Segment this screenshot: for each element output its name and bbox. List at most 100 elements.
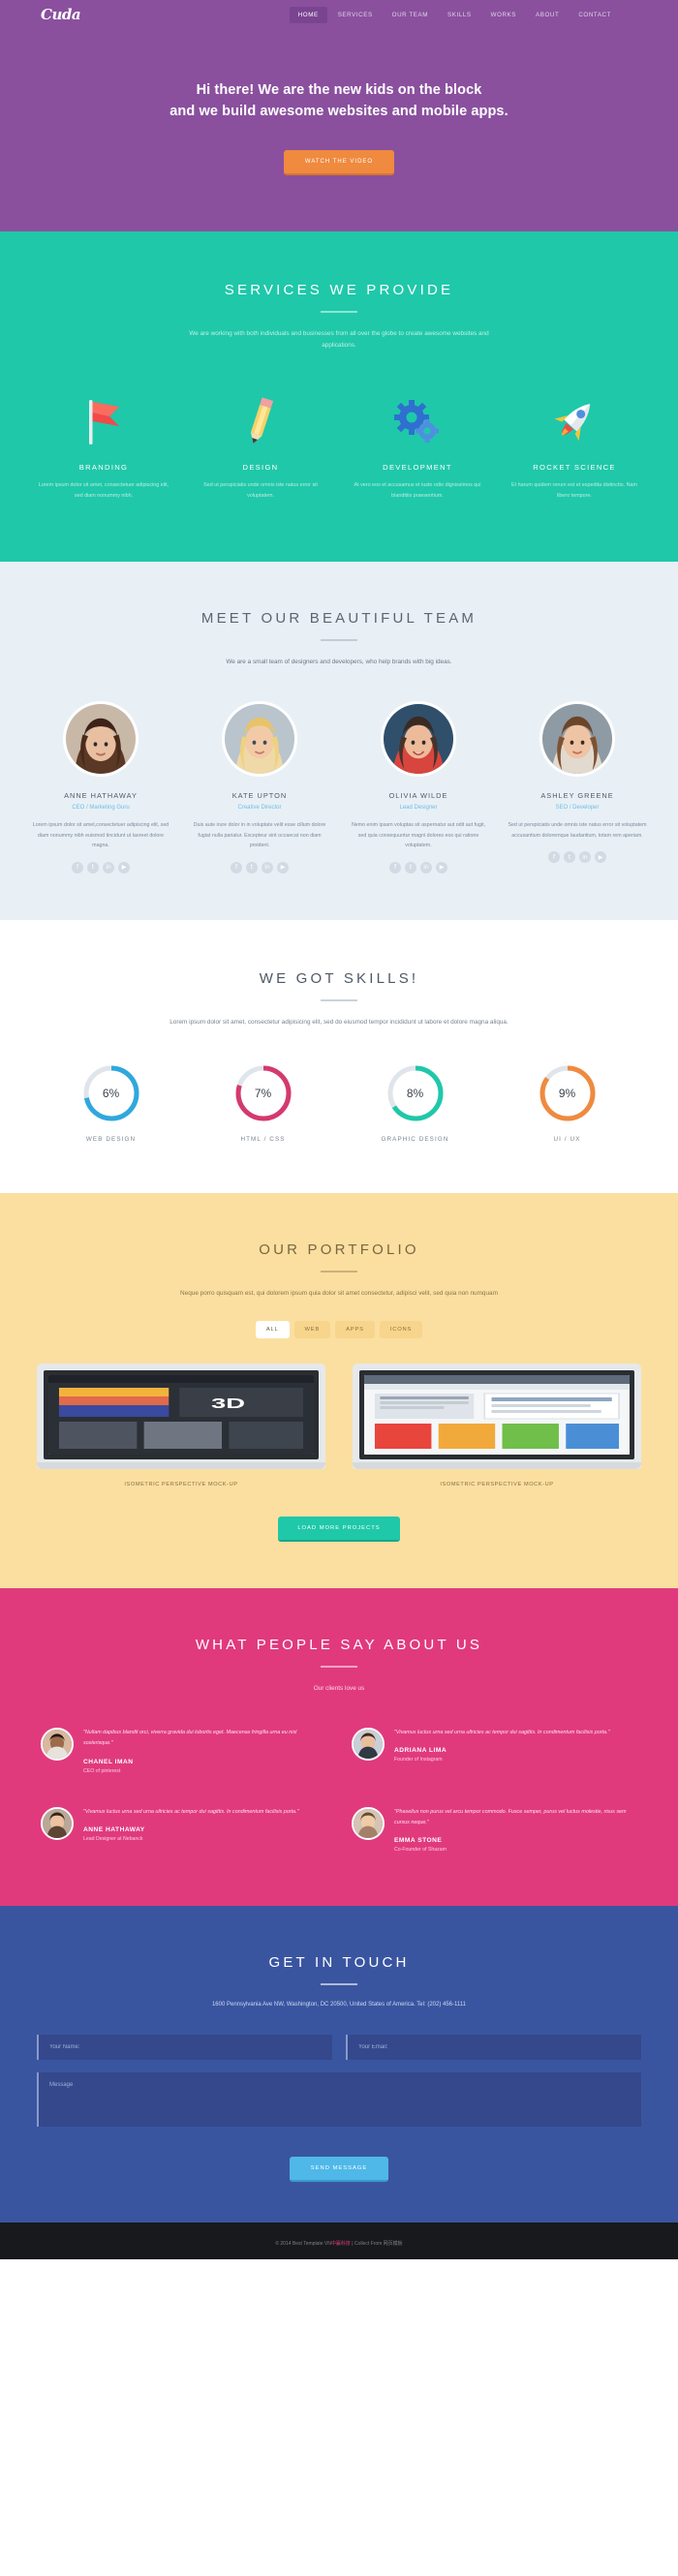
testimonials-section: WHAT PEOPLE SAY ABOUT US Our clients lov… [0, 1588, 678, 1906]
portfolio-item[interactable]: 3D ISOMETRIC PERSPECTIVE MOCK-UP [37, 1364, 325, 1487]
twitter-icon[interactable]: t [405, 861, 416, 874]
testimonial-role: Lead Designer at Nebanck [83, 1835, 143, 1842]
member-role: CEO / Marketing Guru [72, 805, 130, 812]
member-socials: f t in ▶ [29, 861, 172, 874]
rocket-icon [506, 390, 643, 446]
filter-all[interactable]: ALL [255, 1321, 290, 1339]
linkedin-icon[interactable]: in [262, 861, 273, 874]
skills-section: WE GOT SKILLS! Lorem ipsum dolor sit ame… [0, 919, 678, 1194]
contact-section: GET IN TOUCH 1600 Pennsylvania Ave NW, W… [0, 1905, 678, 2223]
hero-headline-line1: Hi there! We are the new kids on the blo… [196, 82, 482, 98]
portfolio-grid: 3D ISOMETRIC PERSPECTIVE MOCK-UP ISOMETR… [0, 1364, 678, 1487]
nav-item-contact[interactable]: CONTACT [570, 7, 620, 23]
screen-content [364, 1375, 630, 1456]
service-card-design[interactable]: DESIGN Sed ut perspiciatis unde omnis is… [182, 390, 339, 502]
laptop-mockup [353, 1364, 641, 1470]
twitter-icon[interactable]: t [246, 861, 258, 874]
portfolio-subtitle: Neque porro quisquam est, qui dolorem ip… [180, 1290, 498, 1298]
youtube-icon[interactable]: ▶ [277, 861, 289, 874]
portfolio-item[interactable]: ISOMETRIC PERSPECTIVE MOCK-UP [353, 1364, 641, 1487]
site-footer: © 2014 Best Template VN中赢科技 | Collect Fr… [0, 2222, 678, 2259]
testimonial-role: Founder of Instagram [394, 1757, 443, 1763]
linkedin-icon[interactable]: in [420, 861, 432, 874]
watch-video-button[interactable]: WATCH THE VIDEO [283, 149, 395, 175]
testimonials-subtitle: Our clients love us [313, 1685, 365, 1693]
site-logo[interactable]: Cuda [41, 6, 81, 23]
email-input[interactable] [346, 2034, 641, 2060]
service-title: DESIGN [242, 463, 279, 473]
facebook-icon[interactable]: f [231, 861, 242, 874]
youtube-icon[interactable]: ▶ [595, 851, 606, 864]
message-textarea[interactable] [37, 2071, 641, 2127]
filter-web[interactable]: WEB [293, 1321, 331, 1339]
nav-item-about[interactable]: ABOUT [527, 7, 568, 23]
avatar [41, 1806, 74, 1840]
testimonial-name: CHANEL IMAN [83, 1758, 134, 1765]
progress-ring: 7% [233, 1063, 293, 1123]
testimonial-quote: "Nullam dapibus blandit orci, viverra gr… [83, 1730, 297, 1747]
avatar [352, 1806, 385, 1840]
service-card-development[interactable]: DEVELOPMENT At vero eos et accusamus et … [339, 390, 496, 502]
testimonial-name: ADRIANA LIMA [394, 1747, 447, 1755]
testimonials-title: WHAT PEOPLE SAY ABOUT US [195, 1637, 483, 1654]
load-more-button[interactable]: LOAD MORE PROJECTS [278, 1517, 400, 1543]
member-name: KATE UPTON [231, 791, 288, 801]
team-member: OLIVIA WILDE Lead Designer Nemo enim ips… [339, 701, 498, 874]
skills-subtitle: Lorem ipsum dolor sit amet, consectetur … [170, 1018, 508, 1026]
twitter-icon[interactable]: t [87, 861, 99, 874]
facebook-icon[interactable]: f [72, 861, 83, 874]
hero-section: Cuda HOME SERVICES OUR TEAM SKILLS WORKS… [0, 0, 678, 231]
member-role: Lead Designer [399, 805, 438, 812]
team-member: ANNE HATHAWAY CEO / Marketing Guru Lorem… [21, 701, 180, 874]
member-name: ASHLEY GREENE [540, 791, 614, 801]
linkedin-icon[interactable]: in [103, 861, 114, 874]
portfolio-caption: ISOMETRIC PERSPECTIVE MOCK-UP [440, 1482, 554, 1488]
testimonial-item: "Vivamus luctus urna sed urna ultricies … [41, 1806, 326, 1853]
pencil-icon [192, 390, 329, 446]
testimonial-quote: "Vivamus luctus urna sed urna ultricies … [83, 1808, 299, 1815]
nav-item-home[interactable]: HOME [289, 6, 327, 23]
main-navbar: Cuda HOME SERVICES OUR TEAM SKILLS WORKS… [0, 0, 678, 29]
testimonials-grid: "Nullam dapibus blandit orci, viverra gr… [0, 1728, 678, 1853]
linkedin-icon[interactable]: in [579, 851, 591, 864]
twitter-icon[interactable]: t [564, 851, 575, 864]
progress-ring: 6% [81, 1063, 141, 1123]
testimonial-body: "Phasellus non purus vel arcu tempor com… [394, 1807, 637, 1853]
svg-text:3D: 3D [211, 1395, 245, 1412]
youtube-icon[interactable]: ▶ [118, 861, 130, 874]
section-divider [321, 638, 357, 641]
testimonial-role: Co-Founder of Shazam [394, 1846, 447, 1853]
facebook-icon[interactable]: f [389, 861, 401, 874]
skills-grid: 6% WEB DESIGN 7% HTML / CSS 8% GRAPHIC D… [0, 1063, 678, 1143]
portfolio-filters: ALL WEB APPS ICONS [0, 1321, 678, 1339]
avatar [63, 701, 139, 778]
send-message-button[interactable]: SEND MESSAGE [289, 2156, 389, 2182]
service-text: Sed ut perspiciatis unde omnis iste natu… [203, 482, 318, 500]
footer-highlight[interactable]: 中赢科技 [331, 2241, 351, 2247]
skill-label: GRAPHIC DESIGN [381, 1136, 449, 1144]
member-bio: Duis aute irure dolor in in voluptate ve… [193, 822, 326, 849]
filter-apps[interactable]: APPS [335, 1321, 375, 1339]
service-text: At vero eos et accusamus et iusto odio d… [354, 482, 481, 500]
service-title: BRANDING [78, 463, 129, 473]
member-bio: Nemo enim ipsam voluptas sit aspernatur … [351, 822, 486, 849]
facebook-icon[interactable]: f [548, 851, 560, 864]
nav-item-skills[interactable]: SKILLS [439, 7, 480, 23]
nav-links: HOME SERVICES OUR TEAM SKILLS WORKS ABOU… [289, 6, 620, 23]
nav-item-works[interactable]: WORKS [482, 7, 525, 23]
laptop-screen: 3D [44, 1370, 319, 1460]
service-card-rocket-science[interactable]: ROCKET SCIENCE Et harum quidem rerum est… [496, 390, 653, 502]
page-root: Cuda HOME SERVICES OUR TEAM SKILLS WORKS… [0, 0, 678, 2259]
member-role: SEO / Developer [555, 805, 600, 812]
progress-ring: 8% [385, 1063, 446, 1123]
nav-item-services[interactable]: SERVICES [329, 7, 382, 23]
team-member: KATE UPTON Creative Director Duis aute i… [180, 701, 339, 874]
contact-address: 1600 Pennsylvania Ave NW, Washington, DC… [211, 2001, 467, 2008]
youtube-icon[interactable]: ▶ [436, 861, 447, 874]
section-divider [321, 310, 357, 313]
testimonial-quote: "Phasellus non purus vel arcu tempor com… [394, 1808, 627, 1825]
nav-item-our-team[interactable]: OUR TEAM [384, 7, 437, 23]
name-input[interactable] [37, 2034, 332, 2060]
service-card-branding[interactable]: BRANDING Lorem ipsum dolor sit amet, con… [25, 390, 182, 502]
filter-icons[interactable]: ICONS [379, 1321, 423, 1339]
